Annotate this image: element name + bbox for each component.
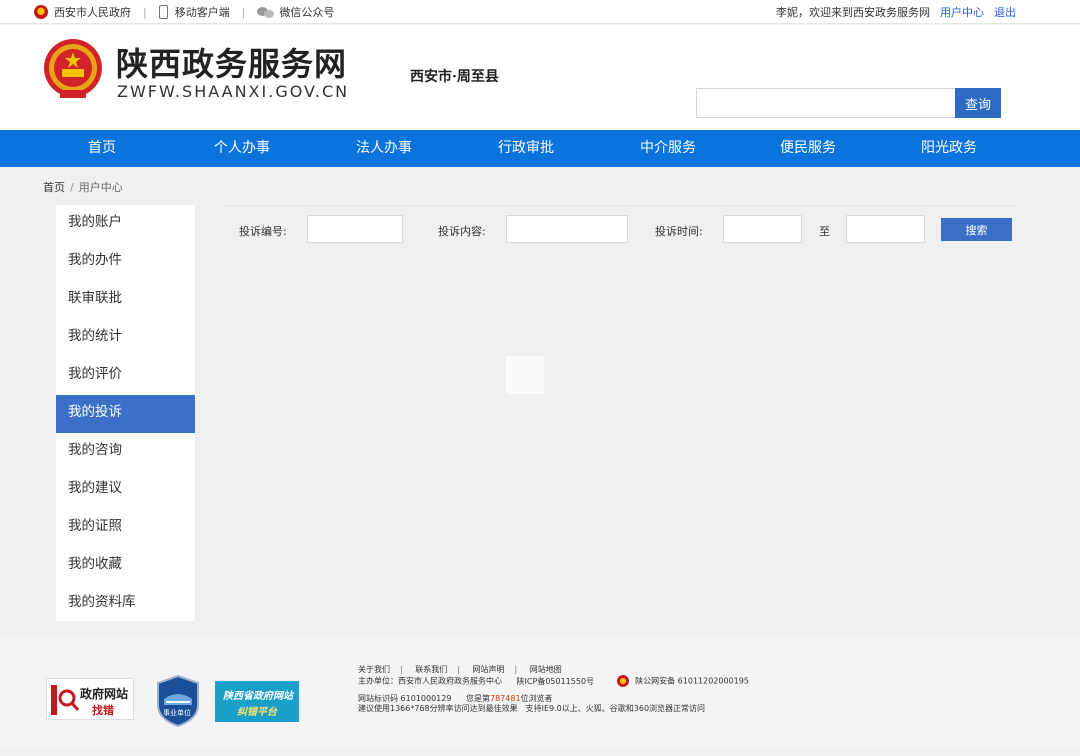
police-badge-icon [616, 675, 629, 687]
breadcrumb: 首页 / 用户中心 [43, 181, 123, 194]
site-title[interactable]: 陕西政务服务网 [116, 39, 347, 85]
footer-icp[interactable]: 陕ICP备05011550号 [517, 677, 595, 686]
visitor-count: 787481 [490, 694, 521, 703]
footer-browser-advice: 建议使用1366*768分辨率访问达到最佳效果 支持IE9.0以上、火狐、谷歌和… [358, 704, 706, 713]
site-url: ZWFW.SHAANXI.GOV.CN [117, 82, 350, 101]
nav-item-home[interactable]: 首页 [88, 130, 116, 167]
nav-item-personal[interactable]: 个人办事 [214, 130, 270, 167]
complaint-content-label: 投诉内容: [438, 225, 486, 238]
footer-site-id: 网站标识码 6101000129 [358, 694, 452, 703]
shield-icon [157, 674, 199, 728]
welcome-text: 李妮，欢迎来到西安政务服务网 [776, 6, 930, 19]
footer-sponsor-line: 主办单位：西安市人民政府政务服务中心 陕ICP备05011550号 陕公网安备 … [358, 675, 749, 687]
footer-links: 关于我们 | 联系我们 | 网站声明 | 网站地图 [358, 665, 562, 674]
sidebar-item-suggestions[interactable]: 我的建议 [56, 471, 195, 509]
complaint-time-label: 投诉时间: [655, 225, 703, 238]
divider: | [143, 5, 147, 19]
footer-link-statement[interactable]: 网站声明 [473, 665, 505, 674]
search-button[interactable]: 查询 [955, 88, 1001, 118]
sidebar-item-complaints[interactable]: 我的投诉 [56, 395, 195, 433]
divider: | [241, 5, 246, 19]
sidebar-item-joint-review[interactable]: 联审联批 [56, 281, 195, 319]
user-center-link[interactable]: 用户中心 [940, 4, 984, 20]
sidebar-item-library[interactable]: 我的资料库 [56, 585, 195, 623]
magnifier-icon [51, 685, 79, 715]
site-header: 陕西政务服务网 ZWFW.SHAANXI.GOV.CN 西安市·周至县 查询 [0, 25, 1080, 130]
sidebar-item-statistics[interactable]: 我的统计 [56, 319, 195, 357]
site-footer: 政府网站 找错 事业单位 陕西省政府网站 纠错平台 关于我们 | 联系我们 | 网站… [0, 636, 1080, 748]
wechat-link-label: 微信公众号 [279, 6, 335, 19]
logout-link[interactable]: 退出 [994, 4, 1016, 20]
wechat-icon [257, 6, 275, 18]
sidebar-item-favorites[interactable]: 我的收藏 [56, 547, 195, 585]
nav-item-convenience[interactable]: 便民服务 [780, 130, 836, 167]
mobile-link-label: 移动客户端 [174, 6, 230, 19]
footer-link-sitemap[interactable]: 网站地图 [530, 665, 562, 674]
date-range-separator: 至 [819, 225, 830, 238]
gov-link-label: 西安市人民政府 [54, 6, 131, 19]
wechat-link[interactable]: 微信公众号 [257, 4, 334, 20]
badge-public-label: 事业单位 [163, 709, 191, 717]
badge-error-title: 政府网站 [80, 687, 129, 701]
main-nav: 首页 个人办事 法人办事 行政审批 中介服务 便民服务 阳光政务 [0, 130, 1080, 167]
visitor-prefix: 您是第 [466, 694, 490, 703]
badge-platform-title: 陕西省政府网站 [223, 691, 293, 702]
complaint-no-input[interactable] [307, 215, 403, 243]
national-emblem-icon [44, 39, 102, 98]
loading-indicator [506, 356, 544, 394]
sidebar-item-account[interactable]: 我的账户 [56, 205, 195, 243]
user-sidebar: 我的账户 我的办件 联审联批 我的统计 我的评价 我的投诉 我的咨询 我的建议 … [56, 205, 195, 621]
nav-item-intermediary[interactable]: 中介服务 [640, 130, 696, 167]
badge-platform-subtitle: 纠错平台 [237, 707, 277, 718]
region-selector[interactable]: 西安市·周至县 [410, 66, 499, 86]
breadcrumb-current: 用户中心 [78, 181, 123, 194]
visitor-suffix: 位浏览者 [520, 694, 553, 703]
footer-advice-line: 建议使用1366*768分辨率访问达到最佳效果 支持IE9.0以上、火狐、谷歌和… [358, 703, 705, 714]
sidebar-item-ratings[interactable]: 我的评价 [56, 357, 195, 395]
breadcrumb-home[interactable]: 首页 [43, 181, 65, 194]
footer-police-record[interactable]: 陕公网安备 61011202000195 [635, 677, 749, 686]
sidebar-item-cases[interactable]: 我的办件 [56, 243, 195, 281]
nav-item-legal-person[interactable]: 法人办事 [356, 130, 412, 167]
mobile-link[interactable]: 移动客户端 [158, 4, 230, 20]
sidebar-item-certificates[interactable]: 我的证照 [56, 509, 195, 547]
complaint-no-label: 投诉编号: [239, 225, 287, 238]
nav-item-transparency[interactable]: 阳光政务 [921, 130, 977, 167]
start-date-input[interactable] [723, 215, 802, 243]
public-institution-badge[interactable]: 事业单位 [156, 674, 200, 728]
complaint-content-input[interactable] [506, 215, 628, 243]
complaint-search-button[interactable]: 搜索 [941, 218, 1012, 241]
top-bar: 西安市人民政府 | 移动客户端 | 微信公众号 李妮，欢迎来到西安政务服务网 用… [0, 0, 1080, 24]
nav-item-admin-approval[interactable]: 行政审批 [498, 130, 554, 167]
sidebar-item-consultations[interactable]: 我的咨询 [56, 433, 195, 471]
error-correction-platform-badge[interactable]: 陕西省政府网站 纠错平台 [215, 681, 299, 722]
footer-link-about[interactable]: 关于我们 [358, 665, 390, 674]
footer-link-contact[interactable]: 联系我们 [415, 665, 447, 674]
search-input[interactable] [696, 88, 956, 118]
gov-site-error-badge[interactable]: 政府网站 找错 [46, 678, 134, 720]
gov-link[interactable]: 西安市人民政府 [34, 4, 131, 20]
emblem-icon [34, 5, 48, 19]
end-date-input[interactable] [846, 215, 925, 243]
phone-icon [158, 5, 168, 19]
footer-sponsor: 主办单位：西安市人民政府政务服务中心 [358, 676, 502, 686]
badge-error-subtitle: 找错 [92, 704, 114, 717]
